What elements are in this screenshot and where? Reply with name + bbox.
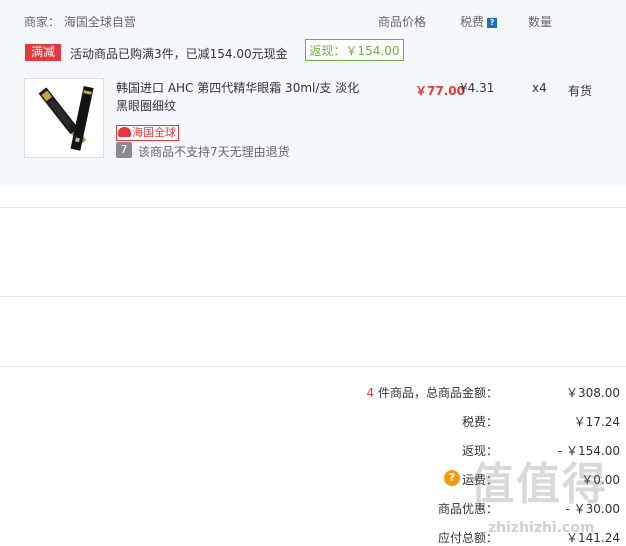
column-header-quantity: 数量 <box>528 15 553 29</box>
tax-help-icon[interactable]: ? <box>487 18 498 28</box>
column-header-tax-label: 税费 <box>460 15 485 29</box>
shipping-help-icon[interactable]: ? <box>444 470 460 486</box>
item-count: 4 <box>366 386 375 400</box>
tax-label: 税费： <box>461 415 498 429</box>
cashback-badge: 返现：￥154.00 <box>305 39 404 61</box>
column-header-tax: 税费? <box>460 13 498 30</box>
site-watermark: 值值得 <box>470 459 608 510</box>
no-7-day-return-icon: 7 <box>116 142 132 158</box>
tax-value: ￥17.24 <box>573 415 620 429</box>
merchant-info: 商家： 海国全球自营 <box>24 13 136 30</box>
merchant-name[interactable]: 海国全球自营 <box>64 15 136 29</box>
product-name-link[interactable]: 韩国进口 AHC 第四代精华眼霜 30ml/支 淡化黑眼圈细纹 <box>116 79 366 115</box>
product-quantity: x4 <box>532 81 547 95</box>
product-thumbnail[interactable] <box>24 78 104 158</box>
haiguo-badge-label: 海国全球 <box>132 126 176 139</box>
return-policy-note: 该商品不支持7天无理由退货 <box>138 145 290 159</box>
order-block: 商家： 海国全球自营 商品价格 税费? 数量 满减 活动商品已购满3件，已减15… <box>0 0 626 186</box>
merchant-label: 商家： <box>24 15 61 29</box>
cloud-logo-icon <box>118 127 131 137</box>
product-tax: ¥4.31 <box>460 81 495 95</box>
product-price: ￥77.00 <box>415 84 465 98</box>
eye-cream-tube-image <box>38 86 94 151</box>
item-count-suffix: 件商品，总商品金额： <box>377 386 498 400</box>
haiguo-global-badge: 海国全球 <box>116 125 179 141</box>
promo-tag: 满减 <box>25 44 61 61</box>
column-header-price: 商品价格 <box>378 15 427 29</box>
site-watermark-url: zhizhizhi.com <box>488 520 595 536</box>
promo-text: 活动商品已购满3件，已减154.00元现金 <box>70 47 288 61</box>
item-count-label: 4 件商品，总商品金额： <box>367 384 498 401</box>
product-stock-status: 有货 <box>568 84 593 98</box>
section-divider <box>0 366 626 367</box>
goods-total-value: ￥308.00 <box>566 386 620 400</box>
section-divider <box>0 296 626 297</box>
section-divider <box>0 207 626 208</box>
